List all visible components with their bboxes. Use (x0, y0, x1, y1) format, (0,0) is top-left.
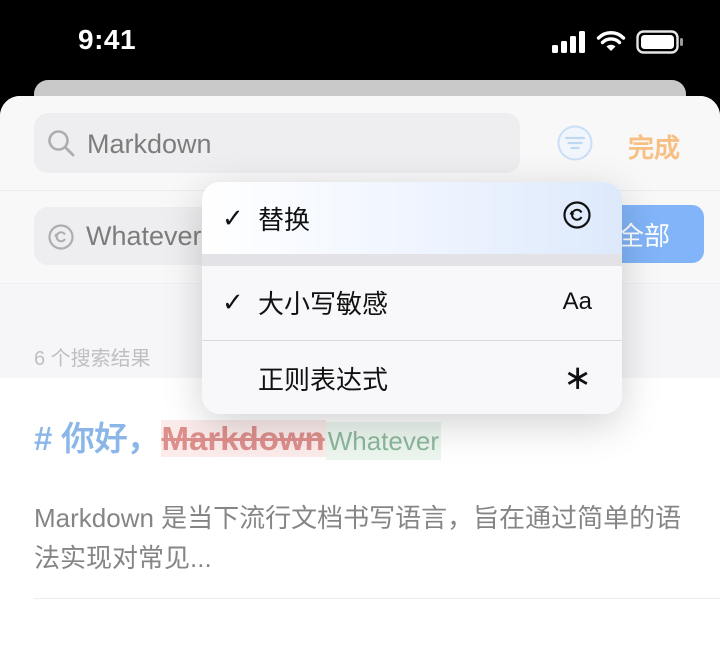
replace-icon (47, 223, 75, 256)
result-count: 6 个搜索结果 (34, 348, 151, 370)
menu-item-label: 正则表达式 (258, 364, 389, 395)
wifi-icon (596, 31, 626, 51)
replace-value: Whatever (86, 221, 202, 251)
divider (34, 598, 720, 599)
match-inserted: Whatever (325, 422, 441, 460)
menu-divider (202, 340, 622, 341)
battery-icon (636, 30, 683, 54)
status-icons (552, 30, 684, 54)
status-bar: 9:41 (0, 0, 720, 80)
options-menu: ✓ 替换 ✓ 大小写敏感 Aa 正则表达式 ∗ (202, 182, 622, 414)
replace-icon (562, 200, 592, 237)
search-toolbar: Markdown 完成 (0, 96, 720, 191)
status-time: 9:41 (78, 24, 137, 55)
menu-item-label: 大小写敏感 (258, 288, 389, 319)
result-heading: # 你好，Markdown Whatever (34, 412, 441, 460)
asterisk-icon: ∗ (563, 359, 593, 397)
heading-prefix: # 你好， (34, 420, 161, 457)
checkmark-icon: ✓ (222, 202, 244, 233)
menu-item-regex[interactable]: 正则表达式 ∗ (202, 342, 622, 414)
menu-item-label: 替换 (258, 204, 311, 235)
menu-item-case-sensitive[interactable]: ✓ 大小写敏感 Aa (202, 266, 622, 338)
done-button[interactable]: 完成 (628, 128, 680, 165)
checkmark-icon: ✓ (222, 286, 244, 317)
filter-icon (557, 125, 593, 161)
search-icon (47, 129, 75, 162)
filter-options-button[interactable] (556, 124, 594, 167)
case-icon: Aa (562, 288, 592, 315)
list-item[interactable]: # 你好，Markdown Whatever Markdown 是当下流行文档书写… (0, 378, 720, 656)
search-query: Markdown (87, 129, 212, 159)
search-input[interactable]: Markdown (34, 113, 520, 173)
match-deleted: Markdown (160, 420, 326, 457)
cellular-signal-icon (552, 31, 585, 53)
result-description: Markdown 是当下流行文档书写语言，旨在通过简单的语法实现对常见... (34, 503, 682, 573)
menu-item-replace[interactable]: ✓ 替换 (202, 182, 622, 254)
menu-separator (202, 254, 622, 266)
